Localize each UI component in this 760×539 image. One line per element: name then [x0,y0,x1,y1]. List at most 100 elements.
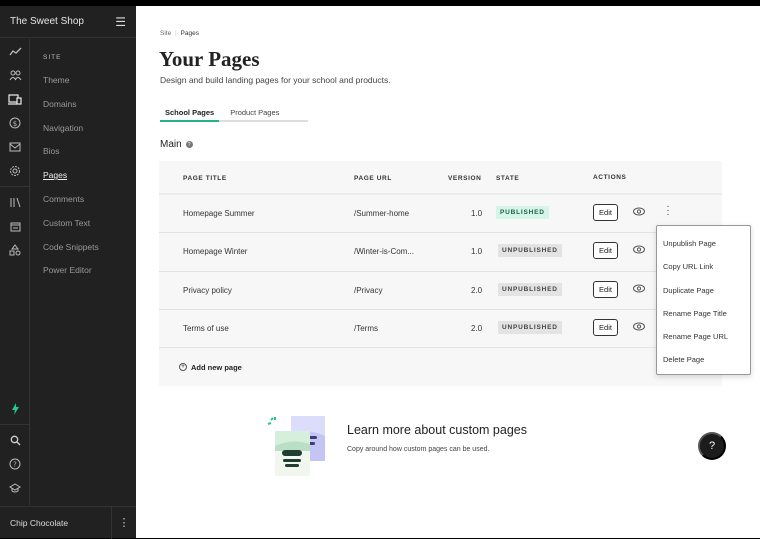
nav-item-navigation[interactable]: Navigation [30,117,136,141]
menu-item-rename-title[interactable]: Rename Page Title [657,302,750,325]
section-heading: Main ? [160,139,193,150]
col-actions: ACTIONS [593,174,627,181]
row-version: 1.0 [471,247,483,257]
preview-eye-icon[interactable] [633,284,645,293]
promo-subtitle: Copy around how custom pages can be used… [347,446,490,453]
rail-bottom-group: ? [0,397,30,500]
nav-section-label: SITE [43,54,62,61]
icon-rail: $ ? [0,39,30,505]
tab-school-pages[interactable]: School Pages [160,108,220,122]
help-icon[interactable]: ? [0,452,30,476]
menu-item-copy-url[interactable]: Copy URL Link [657,255,750,278]
row-version: 2.0 [471,285,483,295]
help-button[interactable]: ? [698,432,726,460]
nav-item-domains[interactable]: Domains [30,93,136,117]
add-new-page-button[interactable]: + Add new page [159,348,722,386]
breadcrumb: Site | Pages [160,30,199,37]
row-url: /Terms [354,323,378,333]
rail-divider [0,424,30,425]
breadcrumb-separator: | [175,30,177,37]
nav-item-pages[interactable]: Pages [30,164,136,188]
row-version: 1.0 [471,209,483,218]
pages-table: PAGE TITLE PAGE URL VERSION STATE ACTION… [159,161,722,386]
status-badge: UNPUBLISHED [498,244,562,258]
row-url: /Winter-is-Com... [354,247,414,257]
row-title: Privacy policy [183,285,232,295]
more-actions-icon[interactable]: · · · [664,202,672,220]
table-row: Homepage Summer /Summer-home 1.0 PUBLISH… [159,195,722,234]
graduation-cap-icon[interactable] [0,476,30,500]
edit-button[interactable]: Edit [593,318,618,336]
col-version: VERSION [448,175,482,182]
nav-item-power-editor[interactable]: Power Editor [30,259,136,283]
bolt-icon[interactable] [0,397,30,421]
row-title: Homepage Summer [183,209,255,218]
status-badge: UNPUBLISHED [498,320,562,334]
preview-eye-icon[interactable] [633,207,645,216]
breadcrumb-pages: Pages [180,30,199,37]
help-circle-icon[interactable]: ? [185,141,193,148]
page-subtitle: Design and build landing pages for your … [160,75,391,85]
row-url: /Privacy [354,285,383,295]
row-actions-menu: Unpublish Page Copy URL Link Duplicate P… [656,225,751,375]
preview-eye-icon[interactable] [633,322,645,331]
collapse-menu-icon[interactable]: ☰ [115,15,126,29]
search-icon[interactable] [0,428,30,452]
nav-item-bios[interactable]: Bios [30,140,136,164]
devices-icon[interactable] [0,87,30,111]
site-nav: SITE Theme Domains Navigation Bios Pages… [30,39,136,283]
section-title: Main [160,139,182,150]
row-title: Terms of use [183,323,229,333]
edit-button[interactable]: Edit [593,204,618,221]
nav-item-custom-text[interactable]: Custom Text [30,212,136,236]
user-name[interactable]: Chip Chocolate [0,518,111,528]
plus-circle-icon: + [179,363,187,372]
learn-more-promo: Learn more about custom pages Copy aroun… [266,411,586,481]
add-new-page-label: Add new page [191,362,242,372]
user-footer: Chip Chocolate ⋮ [0,506,136,539]
row-version: 2.0 [471,323,483,333]
library-icon[interactable] [0,190,30,214]
row-url: /Summer-home [354,209,410,218]
col-page-url: PAGE URL [354,175,392,182]
page-tabs: School Pages Product Pages [160,108,308,122]
school-name: The Sweet Shop [10,16,84,27]
svg-text:$: $ [13,120,17,128]
table-row: Privacy policy /Privacy 2.0 UNPUBLISHED … [159,272,722,310]
status-badge: PUBLISHED [496,206,549,219]
tab-product-pages[interactable]: Product Pages [225,108,284,122]
menu-item-duplicate[interactable]: Duplicate Page [657,279,750,302]
more-vertical-icon[interactable]: ⋮ [111,506,136,539]
col-state: STATE [496,175,520,182]
page-title: Your Pages [159,47,260,71]
dollar-icon[interactable]: $ [0,111,30,135]
table-row: Homepage Winter /Winter-is-Com... 1.0 UN… [159,233,722,272]
menu-item-unpublish[interactable]: Unpublish Page [657,232,750,255]
main-content: Site | Pages Your Pages Design and build… [136,6,760,538]
edit-button[interactable]: Edit [593,242,618,260]
sidebar-header: The Sweet Shop ☰ [0,6,136,38]
sidebar: The Sweet Shop ☰ $ ? SITE Theme Domains … [0,6,136,539]
nav-item-code-snippets[interactable]: Code Snippets [30,236,136,260]
rail-divider [0,186,29,187]
nav-item-comments[interactable]: Comments [30,188,136,212]
svg-text:?: ? [13,461,17,469]
col-page-title: PAGE TITLE [183,175,227,182]
menu-item-delete[interactable]: Delete Page [657,348,750,371]
edit-button[interactable]: Edit [593,280,618,298]
promo-title[interactable]: Learn more about custom pages [347,423,527,437]
gear-icon[interactable] [0,159,30,183]
table-header: PAGE TITLE PAGE URL VERSION STATE ACTION… [159,161,722,195]
nav-item-theme[interactable]: Theme [30,69,136,93]
mail-icon[interactable] [0,135,30,159]
row-title: Homepage Winter [183,247,248,257]
menu-item-rename-url[interactable]: Rename Page URL [657,325,750,348]
calendar-icon[interactable] [0,214,30,238]
analytics-icon[interactable] [0,39,30,63]
table-row: Terms of use /Terms 2.0 UNPUBLISHED Edit [159,310,722,349]
shapes-icon[interactable] [0,238,30,262]
breadcrumb-site[interactable]: Site [160,30,171,37]
pages-illustration-icon [267,416,325,476]
preview-eye-icon[interactable] [633,245,645,254]
users-icon[interactable] [0,63,30,87]
